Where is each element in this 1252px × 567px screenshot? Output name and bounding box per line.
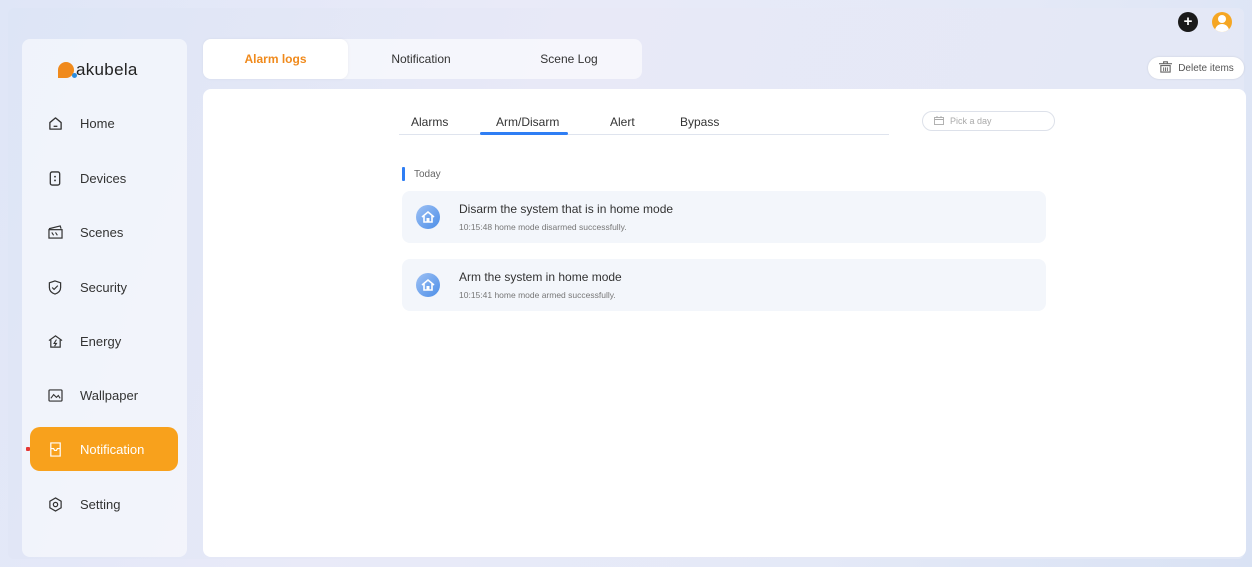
log-entry-title: Arm the system in home mode — [459, 270, 622, 284]
scenes-icon — [47, 224, 63, 240]
delete-items-button[interactable]: Delete items — [1148, 57, 1244, 79]
home-mode-icon — [416, 273, 440, 297]
home-mode-icon — [416, 205, 440, 229]
sidebar-item-setting[interactable]: Setting — [30, 482, 178, 526]
sidebar-item-label: Notification — [80, 441, 145, 457]
sidebar-item-label: Security — [80, 279, 127, 295]
log-entry-detail: 10:15:41 home mode armed successfully. — [459, 290, 616, 300]
home-icon — [47, 115, 63, 131]
sidebar: akubela Home Devices Scenes Security Ene… — [22, 39, 187, 557]
setting-icon — [47, 496, 63, 512]
delete-items-label: Delete items — [1178, 62, 1234, 74]
sidebar-item-label: Home — [80, 115, 115, 131]
energy-icon — [47, 333, 63, 349]
device-icon — [47, 170, 63, 186]
log-entry[interactable]: Disarm the system that is in home mode 1… — [402, 191, 1046, 243]
sidebar-item-wallpaper[interactable]: Wallpaper — [30, 373, 178, 417]
active-tab-underline — [480, 132, 568, 135]
active-indicator — [26, 447, 30, 451]
trash-icon — [1158, 60, 1173, 76]
sidebar-item-label: Energy — [80, 333, 122, 349]
calendar-icon — [934, 115, 944, 127]
log-entry[interactable]: Arm the system in home mode 10:15:41 hom… — [402, 259, 1046, 311]
section-title: Today — [414, 168, 441, 180]
notification-icon — [47, 441, 63, 457]
tab-alarm-logs[interactable]: Alarm logs — [203, 39, 348, 79]
subtab-bypass[interactable]: Bypass — [680, 115, 719, 129]
main-panel: Alarms Arm/Disarm Alert Bypass Pick a da… — [203, 89, 1246, 557]
sidebar-item-label: Devices — [80, 170, 127, 186]
date-picker[interactable]: Pick a day — [922, 111, 1055, 131]
sidebar-item-label: Wallpaper — [80, 387, 139, 403]
date-picker-placeholder: Pick a day — [950, 116, 992, 126]
sidebar-item-devices[interactable]: Devices — [30, 156, 178, 200]
sidebar-item-label: Scenes — [80, 224, 124, 240]
log-entry-detail: 10:15:48 home mode disarmed successfully… — [459, 222, 627, 232]
logo: akubela — [58, 60, 138, 80]
sidebar-item-notification[interactable]: Notification — [26, 427, 178, 471]
sidebar-item-security[interactable]: Security — [30, 265, 178, 309]
sidebar-item-home[interactable]: Home — [30, 101, 178, 145]
top-tabs: Alarm logs Notification Scene Log — [203, 39, 642, 79]
logo-text: akubela — [76, 60, 138, 79]
add-icon[interactable]: + — [1178, 12, 1198, 32]
log-entry-title: Disarm the system that is in home mode — [459, 202, 674, 216]
sidebar-item-scenes[interactable]: Scenes — [30, 210, 178, 254]
tab-notification[interactable]: Notification — [375, 39, 467, 79]
section-marker — [402, 167, 405, 181]
user-avatar-icon[interactable] — [1212, 12, 1232, 32]
wallpaper-icon — [47, 387, 63, 403]
sidebar-item-energy[interactable]: Energy — [30, 319, 178, 363]
sidebar-item-label: Setting — [80, 496, 121, 512]
top-icons: + — [1178, 12, 1232, 32]
logo-icon — [58, 62, 77, 78]
section-today: Today — [402, 167, 441, 181]
shield-icon — [47, 279, 63, 295]
tab-scene-log[interactable]: Scene Log — [523, 39, 615, 79]
subtab-alert[interactable]: Alert — [610, 115, 635, 129]
subtab-alarms[interactable]: Alarms — [411, 115, 448, 129]
sub-tabs: Alarms Arm/Disarm Alert Bypass — [399, 113, 889, 135]
subtab-arm-disarm[interactable]: Arm/Disarm — [496, 115, 559, 129]
